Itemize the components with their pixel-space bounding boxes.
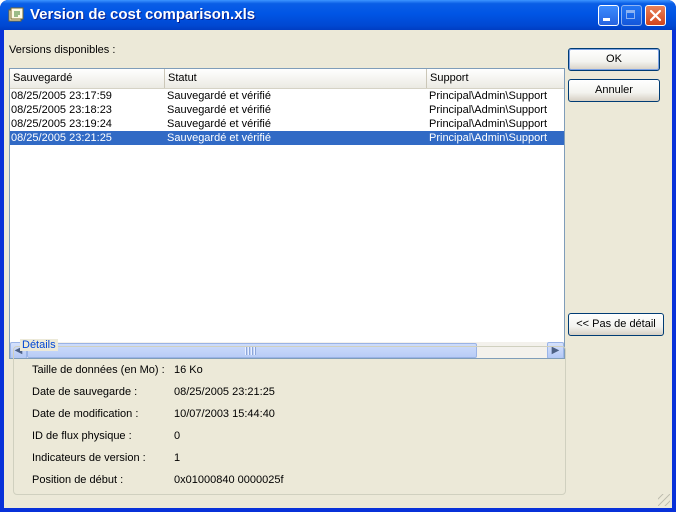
cell-saved: 08/25/2005 23:18:23 [11, 104, 112, 116]
detail-value-stream-id: 0 [174, 430, 181, 442]
maximize-button[interactable] [621, 5, 642, 26]
version-dialog-window: Version de cost comparison.xls Versions … [0, 0, 676, 512]
cell-support: Principal\Admin\Support [429, 132, 548, 144]
detail-value-data-size: 16 Ko [174, 364, 203, 376]
minimize-icon [603, 18, 610, 21]
detail-label-data-size: Taille de données (en Mo) : [32, 364, 165, 376]
minimize-button[interactable] [598, 5, 619, 26]
close-button[interactable] [645, 5, 666, 26]
close-icon [649, 9, 662, 22]
dialog-body: Versions disponibles : Sauvegardé Statut… [4, 30, 672, 508]
column-header-status[interactable]: Statut [165, 69, 427, 88]
detail-label-modified-date: Date de modification : [32, 408, 139, 420]
table-row[interactable]: 08/25/2005 23:19:24 Sauvegardé et vérifi… [10, 117, 564, 131]
cell-status: Sauvegardé et vérifié [167, 104, 271, 116]
cell-status: Sauvegardé et vérifié [167, 132, 271, 144]
list-rows: 08/25/2005 23:17:59 Sauvegardé et vérifi… [10, 89, 564, 145]
column-header-saved[interactable]: Sauvegardé [10, 69, 165, 88]
details-title: Détails [20, 339, 58, 351]
window-title: Version de cost comparison.xls [30, 6, 256, 23]
cell-support: Principal\Admin\Support [429, 90, 548, 102]
table-row[interactable]: 08/25/2005 23:17:59 Sauvegardé et vérifi… [10, 89, 564, 103]
detail-label-save-date: Date de sauvegarde : [32, 386, 138, 398]
hide-details-button[interactable]: << Pas de détail [568, 313, 664, 336]
detail-label-start-position: Position de début : [32, 474, 124, 486]
cell-saved: 08/25/2005 23:17:59 [11, 90, 112, 102]
cancel-button[interactable]: Annuler [568, 79, 660, 102]
resize-grip[interactable] [658, 494, 670, 506]
versions-list[interactable]: Sauvegardé Statut Support 08/25/2005 23:… [9, 68, 565, 359]
cell-support: Principal\Admin\Support [429, 104, 548, 116]
cell-saved: 08/25/2005 23:21:25 [11, 132, 112, 144]
table-row-selected[interactable]: 08/25/2005 23:21:25 Sauvegardé et vérifi… [10, 131, 564, 145]
ok-button[interactable]: OK [568, 48, 660, 71]
cell-support: Principal\Admin\Support [429, 118, 548, 130]
cell-status: Sauvegardé et vérifié [167, 90, 271, 102]
detail-value-start-position: 0x01000840 0000025f [174, 474, 284, 486]
list-header: Sauvegardé Statut Support [10, 69, 564, 89]
cell-saved: 08/25/2005 23:19:24 [11, 118, 112, 130]
detail-label-version-flags: Indicateurs de version : [32, 452, 146, 464]
column-header-support[interactable]: Support [427, 69, 564, 88]
detail-value-version-flags: 1 [174, 452, 181, 464]
versions-label: Versions disponibles : [9, 44, 116, 56]
detail-label-stream-id: ID de flux physique : [32, 430, 132, 442]
detail-value-modified-date: 10/07/2003 15:44:40 [174, 408, 275, 420]
cell-status: Sauvegardé et vérifié [167, 118, 271, 130]
title-bar[interactable]: Version de cost comparison.xls [0, 0, 676, 30]
version-app-icon [8, 7, 24, 23]
table-row[interactable]: 08/25/2005 23:18:23 Sauvegardé et vérifi… [10, 103, 564, 117]
maximize-icon [626, 10, 635, 19]
detail-value-save-date: 08/25/2005 23:21:25 [174, 386, 275, 398]
